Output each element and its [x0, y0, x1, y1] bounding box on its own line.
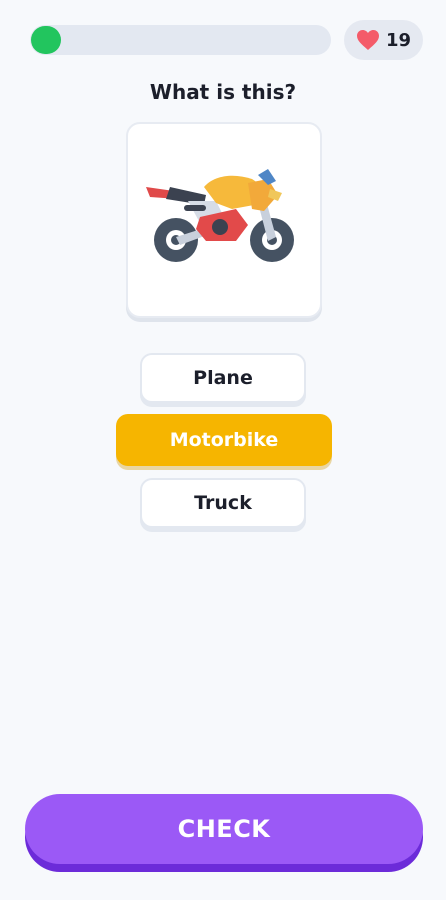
heart-icon	[356, 29, 380, 51]
check-button[interactable]: CHECK	[25, 794, 423, 864]
option-truck[interactable]: Truck	[140, 478, 306, 528]
check-button-label: CHECK	[177, 815, 271, 843]
option-label: Motorbike	[169, 429, 279, 451]
option-label: Truck	[194, 492, 252, 514]
progress-fill	[31, 26, 61, 54]
hearts-counter: 19	[344, 20, 423, 60]
option-motorbike[interactable]: Motorbike	[116, 414, 332, 466]
question-title: What is this?	[149, 80, 297, 104]
progress-bar	[30, 25, 331, 55]
hearts-count: 19	[385, 29, 412, 51]
option-plane[interactable]: Plane	[140, 353, 306, 403]
image-card	[126, 122, 322, 318]
motorbike-illustration	[146, 169, 294, 262]
option-label: Plane	[193, 367, 253, 389]
